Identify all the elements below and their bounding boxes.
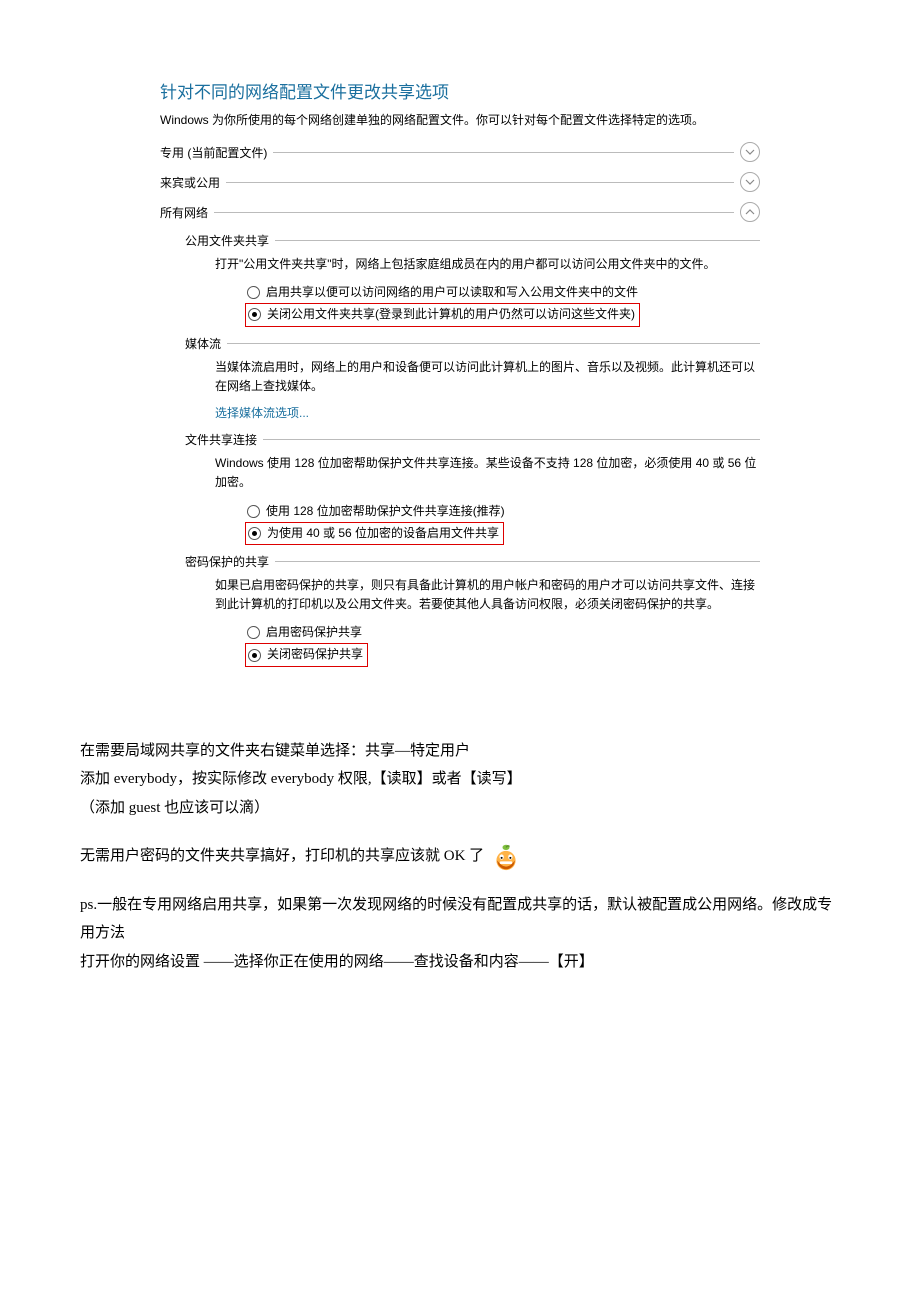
file-conn-section: 文件共享连接 Windows 使用 128 位加密帮助保护文件共享连接。某些设备… [185,431,760,545]
divider [227,343,760,344]
radio-checked-icon [248,308,261,321]
media-options-link[interactable]: 选择媒体流选项... [215,406,309,420]
radio-label: 启用密码保护共享 [266,623,362,642]
page-description: Windows 为你所使用的每个网络创建单独的网络配置文件。你可以针对每个配置文… [160,111,760,128]
password-section: 密码保护的共享 如果已启用密码保护的共享，则只有具备此计算机的用户帐户和密码的用… [185,553,760,667]
chevron-down-icon[interactable] [740,142,760,162]
profile-guest-row[interactable]: 来宾或公用 [160,172,760,192]
radio-unchecked-icon [247,286,260,299]
highlight-box: 关闭密码保护共享 [245,643,368,666]
profile-guest-label: 来宾或公用 [160,174,220,191]
chevron-down-icon[interactable] [740,172,760,192]
file-conn-heading: 文件共享连接 [185,431,257,448]
public-folder-enable-radio[interactable]: 启用共享以便可以访问网络的用户可以读取和写入公用文件夹中的文件 [245,282,760,303]
password-heading: 密码保护的共享 [185,553,269,570]
password-desc: 如果已启用密码保护的共享，则只有具备此计算机的用户帐户和密码的用户才可以访问共享… [215,576,760,614]
radio-label: 使用 128 位加密帮助保护文件共享连接(推荐) [266,502,505,521]
file-conn-desc: Windows 使用 128 位加密帮助保护文件共享连接。某些设备不支持 128… [215,454,760,492]
profile-private-row[interactable]: 专用 (当前配置文件) [160,142,760,162]
settings-screenshot: 针对不同的网络配置文件更改共享选项 Windows 为你所使用的每个网络创建单独… [160,78,760,667]
password-disable-radio[interactable]: 关闭密码保护共享 [246,644,365,665]
public-folder-section: 公用文件夹共享 打开"公用文件夹共享"时，网络上包括家庭组成员在内的用户都可以访… [185,232,760,327]
divider [214,212,734,213]
media-section: 媒体流 当媒体流启用时，网络上的用户和设备便可以访问此计算机上的图片、音乐以及视… [185,335,760,424]
divider [275,561,760,562]
article-body: 在需要局域网共享的文件夹右键菜单选择：共享—特定用户 添加 everybody，… [80,737,840,977]
radio-label: 启用共享以便可以访问网络的用户可以读取和写入公用文件夹中的文件 [266,283,638,302]
radio-unchecked-icon [247,505,260,518]
file-conn-128-radio[interactable]: 使用 128 位加密帮助保护文件共享连接(推荐) [245,501,760,522]
radio-unchecked-icon [247,626,260,639]
divider [263,439,760,440]
public-folder-disable-radio[interactable]: 关闭公用文件夹共享(登录到此计算机的用户仍然可以访问这些文件夹) [246,304,637,325]
article-line: 添加 everybody，按实际修改 everybody 权限,【读取】或者【读… [80,765,840,794]
highlight-box: 关闭公用文件夹共享(登录到此计算机的用户仍然可以访问这些文件夹) [245,303,640,326]
radio-label: 关闭公用文件夹共享(登录到此计算机的用户仍然可以访问这些文件夹) [267,305,635,324]
article-line: ps.一般在专用网络启用共享，如果第一次发现网络的时候没有配置成共享的话，默认被… [80,891,840,948]
divider [273,152,734,153]
article-line: 打开你的网络设置 ——选择你正在使用的网络——查找设备和内容——【开】 [80,948,840,977]
radio-label: 为使用 40 或 56 位加密的设备启用文件共享 [267,524,499,543]
radio-label: 关闭密码保护共享 [267,645,363,664]
laughing-emoji-icon [492,843,520,871]
profile-all-row[interactable]: 所有网络 [160,202,760,222]
public-folder-desc: 打开"公用文件夹共享"时，网络上包括家庭组成员在内的用户都可以访问公用文件夹中的… [215,255,760,274]
chevron-up-icon[interactable] [740,202,760,222]
article-text: 无需用户密码的文件夹共享搞好，打印机的共享应该就 OK 了 [80,848,484,864]
divider [226,182,734,183]
highlight-box: 为使用 40 或 56 位加密的设备启用文件共享 [245,522,504,545]
profile-private-label: 专用 (当前配置文件) [160,144,267,161]
profile-all-label: 所有网络 [160,204,208,221]
article-line: 在需要局域网共享的文件夹右键菜单选择：共享—特定用户 [80,737,840,766]
divider [275,240,760,241]
public-folder-heading: 公用文件夹共享 [185,232,269,249]
media-desc: 当媒体流启用时，网络上的用户和设备便可以访问此计算机上的图片、音乐以及视频。此计… [215,358,760,396]
article-line: （添加 guest 也应该可以滴） [80,794,840,823]
page-title: 针对不同的网络配置文件更改共享选项 [160,78,760,103]
media-heading: 媒体流 [185,335,221,352]
article-line: 无需用户密码的文件夹共享搞好，打印机的共享应该就 OK 了 [80,842,840,871]
radio-checked-icon [248,527,261,540]
file-conn-40-56-radio[interactable]: 为使用 40 或 56 位加密的设备启用文件共享 [246,523,501,544]
radio-checked-icon [248,649,261,662]
password-enable-radio[interactable]: 启用密码保护共享 [245,622,760,643]
